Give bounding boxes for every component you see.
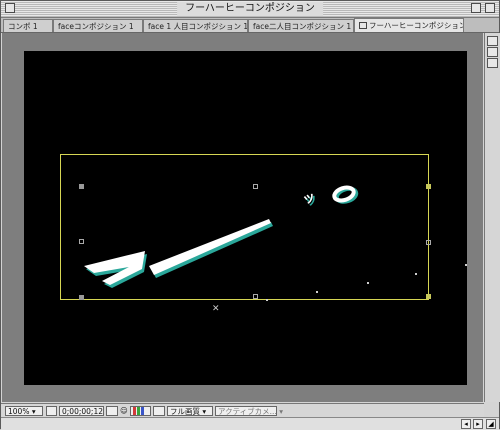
viewer-side-strip (484, 33, 500, 402)
zoom-box-icon[interactable] (471, 3, 481, 13)
composition-stage[interactable]: ✕ ッ ッ (24, 51, 467, 385)
tab-face-second-person[interactable]: face二人目コンポジション 1 (248, 19, 354, 32)
window-title: フーハーヒーコンポジション (177, 2, 323, 16)
panel-menu-icon[interactable] (487, 36, 498, 46)
flowchart-icon[interactable] (487, 47, 498, 57)
composition-viewer[interactable]: ✕ ッ ッ (2, 33, 483, 402)
composition-window: フーハーヒーコンポジション コンポ 1 faceコンポジション 1 face 1… (0, 0, 500, 430)
snapshot-icon[interactable] (106, 406, 118, 416)
viewer-controls: 100% ▾ 0;00;00;12 ☺ フル画質 ▾ アクティブカメ... ▾ (1, 403, 484, 418)
region-of-interest-icon[interactable] (153, 406, 165, 416)
tab-comp-1[interactable]: コンポ 1 (3, 19, 53, 32)
scroll-left-arrow-icon[interactable]: ◂ (461, 419, 471, 429)
red-channel-icon[interactable] (132, 407, 136, 415)
channel-buttons[interactable] (130, 406, 151, 416)
camera-select[interactable]: アクティブカメ... ▾ (215, 406, 283, 416)
timecode-field[interactable]: 0;00;00;12 (59, 406, 104, 416)
tab-face-comp-1[interactable]: faceコンポジション 1 (53, 19, 143, 32)
green-channel-icon[interactable] (136, 407, 140, 415)
show-snapshot-icon[interactable]: ☺ (120, 406, 129, 416)
composition-tabs: コンポ 1 faceコンポジション 1 face 1 人目コンポジション 1 f… (1, 18, 499, 33)
comp-settings-icon[interactable] (487, 58, 498, 68)
horizontal-scrollbar[interactable]: ◂ ▸ ◢ (1, 417, 499, 430)
collapse-box-icon[interactable] (485, 3, 495, 13)
zoom-select[interactable]: 100% ▾ (5, 406, 43, 416)
blue-channel-icon[interactable] (140, 407, 144, 415)
animated-text-layer: ッ ッ (84, 185, 359, 288)
tab-fuhahi-comp[interactable]: フーハーヒーコンポジション (354, 18, 464, 32)
resolution-select[interactable]: フル画質 ▾ (167, 406, 213, 416)
scroll-right-arrow-icon[interactable]: ▸ (473, 419, 483, 429)
tab-face-first-person[interactable]: face 1 人目コンポジション 1 (143, 19, 248, 32)
title-bar[interactable]: フーハーヒーコンポジション (1, 1, 499, 18)
title-safe-icon[interactable] (46, 406, 57, 416)
resize-grip-icon[interactable]: ◢ (486, 419, 496, 429)
composition-icon (359, 22, 367, 29)
close-box-icon[interactable] (5, 3, 15, 13)
